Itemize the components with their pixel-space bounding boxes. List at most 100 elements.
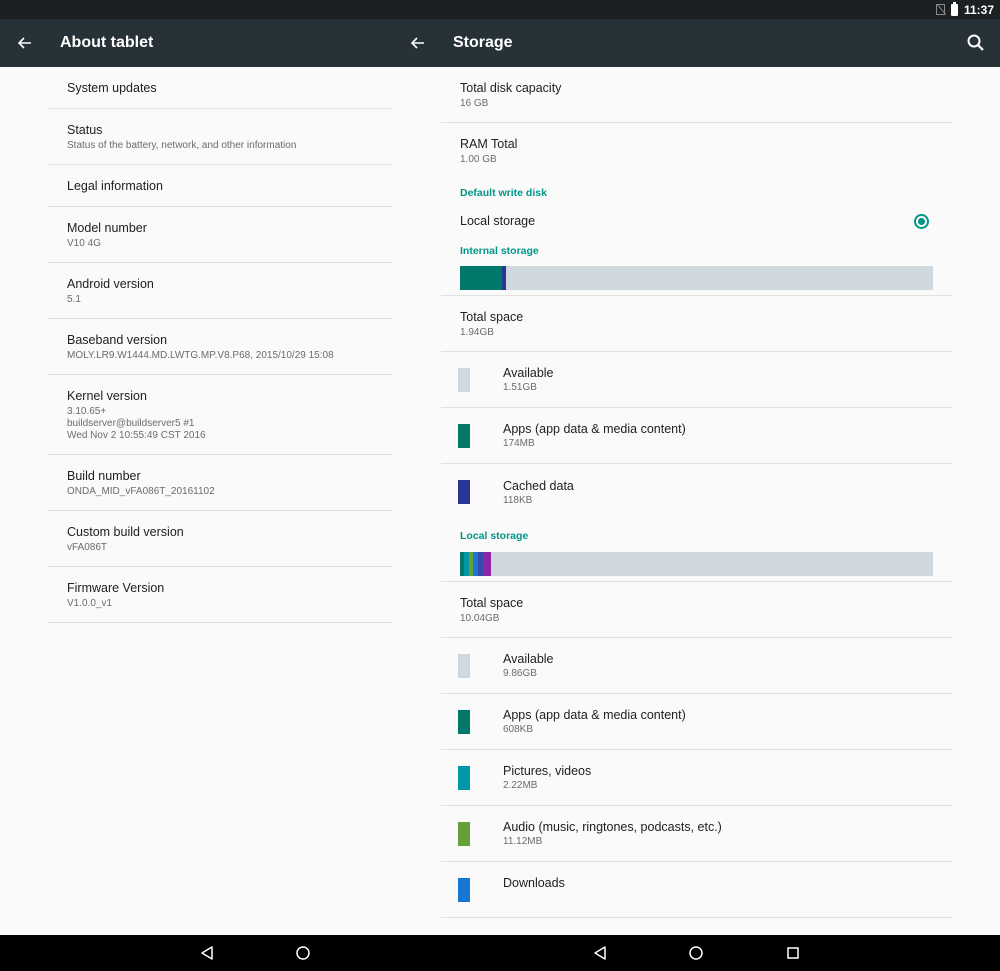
status-bar: 11:37 [0,0,1000,19]
local-apps-item[interactable]: Apps (app data & media content) 608KB [441,694,952,750]
item-summary: Status of the battery, network, and othe… [67,139,297,151]
color-swatch [458,367,470,392]
item-summary: V1.0.0_v1 [67,597,113,609]
local-storage-option[interactable]: Local storage [441,205,952,237]
item-title: Firmware Version [67,580,165,595]
android-version-item[interactable]: Android version 5.1 [48,263,393,319]
item-title: Status [67,122,103,137]
home-icon[interactable] [293,943,313,963]
internal-storage-header: Internal storage [460,245,539,257]
category-label: Cached data [503,478,574,493]
item-title: Custom build version [67,524,184,539]
item-title: Android version [67,276,154,291]
local-storage-usage-bar [460,552,933,576]
category-value: 608KB [503,724,534,735]
model-number-item[interactable]: Model number V10 4G [48,207,393,263]
category-value: 1.51GB [503,382,537,393]
search-icon[interactable] [964,31,988,55]
item-title: Model number [67,220,147,235]
option-label: Local storage [460,214,536,228]
about-tablet-list: System updates Status Status of the batt… [48,67,393,623]
item-summary: 5.1 [67,293,81,305]
category-value: 174MB [503,438,535,449]
local-downloads-item[interactable]: Downloads [441,862,952,918]
default-write-disk-header: Default write disk [460,187,547,199]
status-item[interactable]: Status Status of the battery, network, a… [48,109,393,165]
item-summary: vFA086T [67,541,108,553]
color-swatch [458,653,470,678]
item-summary: 1.00 GB [460,154,497,165]
item-title: RAM Total [460,137,518,151]
item-title: Legal information [67,178,163,193]
item-summary: 3.10.65+ buildserver@buildserver5 #1 Wed… [67,405,206,441]
storage-toolbar: Storage [393,19,1000,67]
category-value: 118KB [503,494,533,506]
local-audio-item[interactable]: Audio (music, ringtones, podcasts, etc.)… [441,806,952,862]
category-value: 11.12MB [503,836,543,847]
color-swatch [458,821,470,846]
clock: 11:37 [963,2,994,17]
no-sim-icon [935,4,945,15]
custom-build-version-item[interactable]: Custom build version vFA086T [48,511,393,567]
local-available-item[interactable]: Available 9.86GB [441,638,952,694]
legal-information-item[interactable]: Legal information [48,165,393,207]
internal-total-space-item: Total space 1.94GB [441,296,952,352]
local-total-space-item: Total space 10.04GB [441,582,952,638]
item-summary: 16 GB [460,97,489,109]
about-tablet-toolbar: About tablet [0,19,393,67]
internal-cached-data-item[interactable]: Cached data 118KB [441,464,952,520]
item-title: System updates [67,80,157,95]
item-title: Total space [460,595,524,610]
color-swatch [458,878,470,902]
category-label: Apps (app data & media content) [503,422,686,436]
home-icon[interactable] [686,943,706,963]
local-storage-bar-row [441,546,952,582]
local-storage-header: Local storage [460,530,529,542]
internal-available-item[interactable]: Available 1.51GB [441,352,952,408]
usage-segment [501,266,506,290]
page-title: About tablet [60,34,154,51]
item-summary: V10 4G [67,237,101,249]
total-disk-capacity-item: Total disk capacity 16 GB [441,67,952,123]
color-swatch [458,480,470,504]
kernel-version-item[interactable]: Kernel version 3.10.65+ buildserver@buil… [48,375,393,455]
item-title: Kernel version [67,388,147,403]
internal-storage-usage-bar [460,266,933,290]
internal-apps-item[interactable]: Apps (app data & media content) 174MB [441,408,952,464]
category-value: 2.22MB [503,780,538,791]
item-summary: MOLY.LR9.W1444.MD.LWTG.MP.V8.P68, 2015/1… [67,349,334,361]
color-swatch [458,709,470,734]
item-summary: ONDA_MID_vFA086T_20161102 [67,485,215,497]
category-label: Pictures, videos [503,764,592,778]
color-swatch [458,423,470,448]
recents-icon[interactable] [783,943,803,963]
build-number-item[interactable]: Build number ONDA_MID_vFA086T_20161102 [48,455,393,511]
item-summary: 1.94GB [460,326,494,338]
item-title: Build number [67,468,141,483]
usage-segment [460,266,502,290]
category-label: Audio (music, ringtones, podcasts, etc.) [503,820,722,834]
battery-icon [950,1,958,16]
color-swatch [458,765,470,790]
storage-list: Total disk capacity 16 GB RAM Total 1.00… [441,67,952,935]
back-icon[interactable] [590,943,610,963]
category-label: Apps (app data & media content) [503,708,686,722]
category-label: Downloads [503,876,565,890]
internal-storage-bar-row [441,261,952,296]
baseband-version-item[interactable]: Baseband version MOLY.LR9.W1444.MD.LWTG.… [48,319,393,375]
item-title: Total disk capacity [460,80,562,95]
item-title: Total space [460,309,524,324]
storage-title: Storage [453,34,513,51]
local-pictures-videos-item[interactable]: Pictures, videos 2.22MB [441,750,952,806]
back-icon[interactable] [197,943,217,963]
radio-selected-icon[interactable] [914,213,929,229]
category-label: Available [503,652,554,666]
back-arrow-icon[interactable] [12,31,36,55]
item-title: Baseband version [67,332,168,347]
navigation-bar [0,935,1000,971]
usage-segment [482,552,492,576]
back-arrow-icon[interactable] [405,31,429,55]
system-updates-item[interactable]: System updates [48,67,393,109]
firmware-version-item[interactable]: Firmware Version V1.0.0_v1 [48,567,393,623]
category-label: Available [503,366,554,380]
